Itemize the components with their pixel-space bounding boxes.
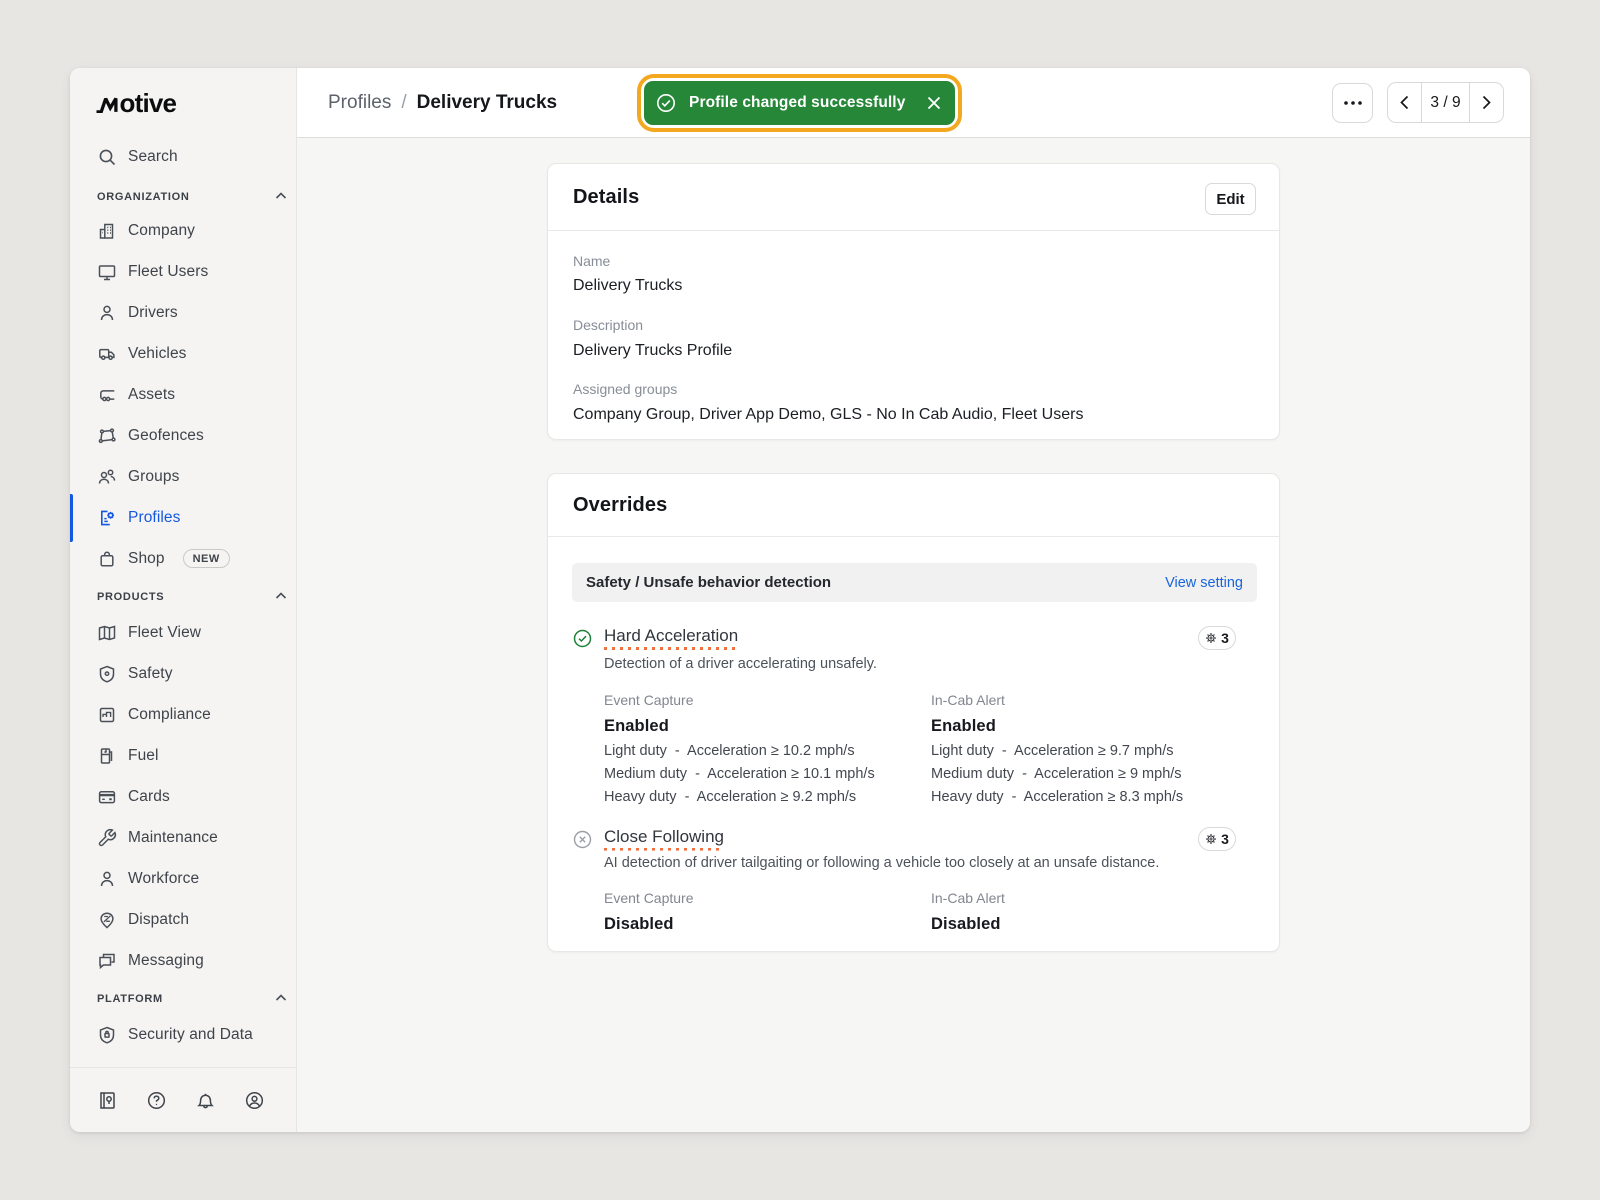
svg-text:otive: otive: [120, 89, 177, 113]
